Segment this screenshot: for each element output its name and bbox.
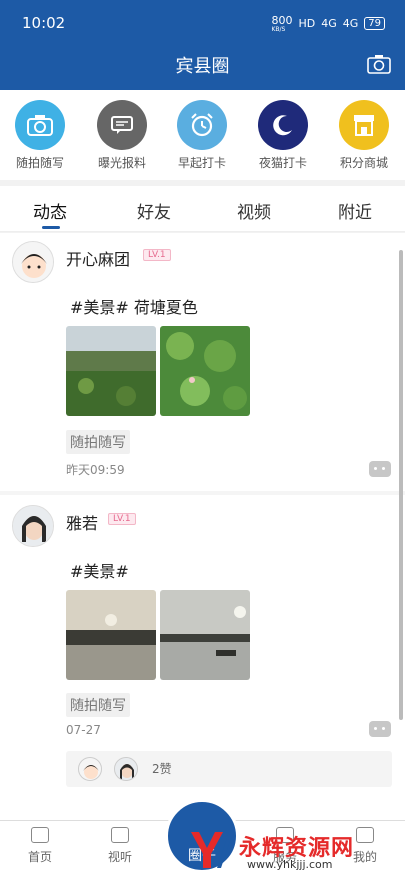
nav-video[interactable]: 视听 bbox=[90, 827, 150, 865]
post-text: #美景# 荷塘夏色 bbox=[70, 298, 198, 317]
shortcut-row: 随拍随写 曝光报料 早起打卡 夜猫打卡 积分商城 bbox=[0, 90, 405, 180]
post-photo[interactable] bbox=[66, 590, 156, 680]
scrollbar[interactable] bbox=[399, 250, 403, 720]
post-time: 昨天09:59 bbox=[66, 463, 125, 477]
post-text: #美景# bbox=[70, 562, 129, 581]
shortcut-label: 曝光报料 bbox=[97, 156, 146, 170]
chat-icon bbox=[97, 100, 147, 150]
nav-home[interactable]: 首页 bbox=[10, 827, 70, 865]
network-speed: 800 KB/S bbox=[271, 14, 293, 33]
page-title: 宾县圈 bbox=[175, 56, 230, 77]
shortcut-night-checkin[interactable]: 夜猫打卡 bbox=[243, 100, 323, 171]
tab-nearby[interactable]: 附近 bbox=[338, 198, 372, 223]
post-time: 07-27 bbox=[66, 723, 101, 737]
tv-icon bbox=[111, 827, 129, 843]
level-badge: LV.1 bbox=[143, 249, 171, 261]
like-avatar[interactable] bbox=[78, 757, 102, 781]
post-photo[interactable] bbox=[160, 590, 250, 680]
bottom-nav: 首页 视听 圈子 服务 我的 永辉资源网 www.yhkjjj.com bbox=[0, 799, 405, 878]
comment-icon[interactable] bbox=[369, 721, 391, 737]
signal-4g-icon-2: 4G bbox=[342, 17, 359, 30]
active-tab-indicator bbox=[42, 226, 60, 229]
post-tag-chip[interactable]: 随拍随写 bbox=[66, 430, 130, 454]
battery-icon: 79 bbox=[364, 17, 385, 30]
comment-icon[interactable] bbox=[369, 461, 391, 477]
post-card: 开心麻团 LV.1 #美景# 荷塘夏色 随拍随写 昨天09:59 bbox=[0, 233, 405, 491]
like-count: 2赞 bbox=[152, 762, 172, 776]
shortcut-expose[interactable]: 曝光报料 bbox=[82, 100, 162, 171]
moon-icon bbox=[258, 100, 308, 150]
watermark: 永辉资源网 www.yhkjjj.com bbox=[187, 828, 397, 872]
post-username[interactable]: 雅若 bbox=[66, 510, 98, 534]
camera-icon[interactable] bbox=[367, 54, 391, 74]
shortcut-points-store[interactable]: 积分商城 bbox=[324, 100, 404, 171]
like-avatar[interactable] bbox=[114, 757, 138, 781]
watermark-url: www.yhkjjj.com bbox=[247, 858, 333, 871]
store-icon bbox=[339, 100, 389, 150]
level-badge: LV.1 bbox=[108, 513, 136, 525]
shortcut-label: 早起打卡 bbox=[177, 156, 226, 170]
post-photo[interactable] bbox=[66, 326, 156, 416]
hd-indicator: HD bbox=[298, 17, 316, 30]
post-tag-chip[interactable]: 随拍随写 bbox=[66, 693, 130, 717]
status-icons: 800 KB/S HD 4G 4G 79 bbox=[271, 14, 385, 33]
post-photo[interactable] bbox=[160, 326, 250, 416]
feed-list: 开心麻团 LV.1 #美景# 荷塘夏色 随拍随写 昨天09:59 雅若 LV.1… bbox=[0, 233, 405, 800]
shortcut-label: 夜猫打卡 bbox=[258, 156, 307, 170]
shortcut-label: 积分商城 bbox=[339, 156, 388, 170]
signal-4g-icon: 4G bbox=[321, 17, 337, 30]
feed-tabs: 动态 好友 视频 附近 bbox=[0, 186, 405, 232]
likes-bar[interactable]: 2赞 bbox=[66, 751, 392, 787]
post-card: 雅若 LV.1 #美景# 随拍随写 07-27 2赞 bbox=[0, 495, 405, 800]
avatar[interactable] bbox=[12, 241, 54, 283]
watermark-logo-icon bbox=[191, 832, 231, 868]
title-bar: 宾县圈 bbox=[0, 42, 405, 90]
avatar[interactable] bbox=[12, 505, 54, 547]
alarm-clock-icon bbox=[177, 100, 227, 150]
home-icon bbox=[31, 827, 49, 843]
status-bar: 10:02 800 KB/S HD 4G 4G 79 bbox=[0, 0, 405, 42]
shortcut-early-checkin[interactable]: 早起打卡 bbox=[162, 100, 242, 171]
tab-dynamic[interactable]: 动态 bbox=[33, 198, 67, 223]
tab-videos[interactable]: 视频 bbox=[237, 198, 271, 223]
tab-friends[interactable]: 好友 bbox=[137, 198, 171, 223]
status-time: 10:02 bbox=[22, 14, 66, 32]
post-username[interactable]: 开心麻团 bbox=[66, 246, 130, 270]
camera-icon bbox=[15, 100, 65, 150]
shortcut-photo-write[interactable]: 随拍随写 bbox=[0, 100, 80, 171]
nav-home-label: 首页 bbox=[27, 850, 52, 864]
shortcut-label: 随拍随写 bbox=[15, 156, 64, 170]
nav-video-label: 视听 bbox=[107, 850, 132, 864]
